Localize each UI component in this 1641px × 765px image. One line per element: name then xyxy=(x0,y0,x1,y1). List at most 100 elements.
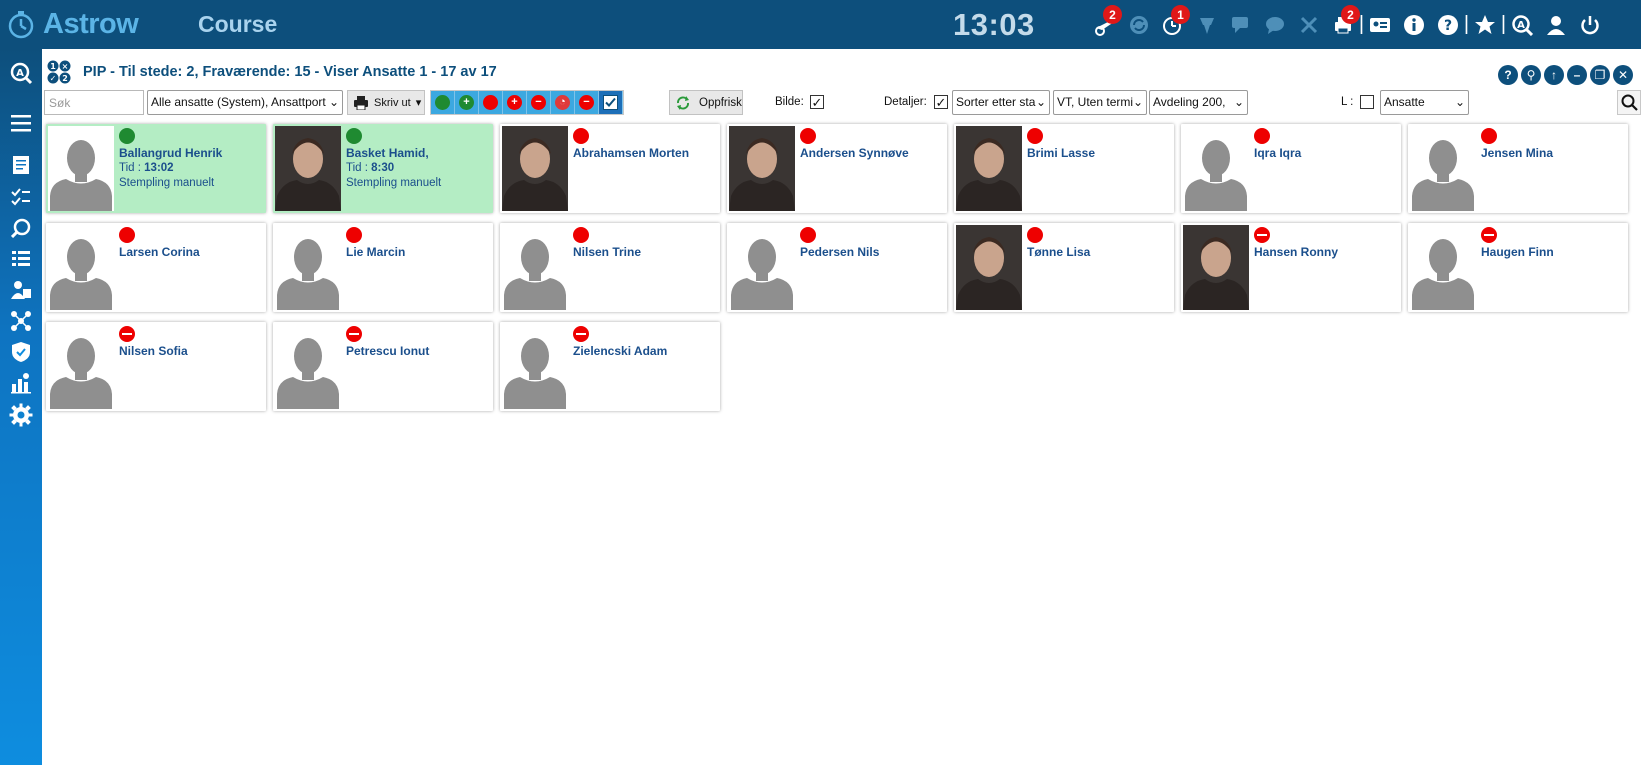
filter-absent-plus-button[interactable]: + xyxy=(503,91,527,114)
settings-gear-icon[interactable] xyxy=(0,401,42,429)
sync-icon[interactable] xyxy=(1122,0,1156,49)
employee-card[interactable]: Haugen Finn xyxy=(1408,223,1628,312)
employee-name[interactable]: Lie Marcin xyxy=(346,245,405,259)
employee-card[interactable]: Pedersen Nils xyxy=(727,223,947,312)
module-name: Course xyxy=(198,11,278,37)
department-select[interactable]: Avdeling 200, ⌄ xyxy=(1149,90,1248,115)
employee-card[interactable]: Petrescu Ionut xyxy=(273,322,493,411)
pip-icon: 1 × ✓ 2 xyxy=(47,60,71,84)
employee-name[interactable]: Brimi Lasse xyxy=(1027,146,1095,160)
top-bar: Astrow Course 13:03 2 1 2 | ? | | A xyxy=(0,0,1641,49)
list-icon[interactable] xyxy=(0,245,42,273)
details-checkbox[interactable]: ✓ xyxy=(934,95,948,109)
employee-type-select[interactable]: Ansatte ⌄ xyxy=(1380,90,1469,115)
clock-alert-icon[interactable]: 1 xyxy=(1156,0,1190,49)
employee-name[interactable]: Tønne Lisa xyxy=(1027,245,1090,259)
panel-close-icon[interactable]: ✕ xyxy=(1613,65,1633,85)
info-icon[interactable] xyxy=(1397,0,1431,49)
employee-name[interactable]: Andersen Synnøve xyxy=(800,146,909,160)
filter-other-button[interactable]: − xyxy=(575,91,599,114)
users-icon[interactable] xyxy=(0,276,42,304)
filter-leave-button[interactable]: − xyxy=(527,91,551,114)
filter-absent-button[interactable] xyxy=(479,91,503,114)
panel-up-icon[interactable]: ↑ xyxy=(1544,65,1564,85)
employee-name[interactable]: Pedersen Nils xyxy=(800,245,879,259)
chevron-down-icon: ⌄ xyxy=(1454,95,1465,109)
power-icon[interactable] xyxy=(1573,0,1607,49)
search-document-icon[interactable] xyxy=(0,214,42,242)
employee-name[interactable]: Jensen Mina xyxy=(1481,146,1553,160)
employee-card[interactable]: Abrahamsen Morten xyxy=(500,124,720,213)
svg-text:A: A xyxy=(16,68,24,79)
employee-note: Stempling manuelt xyxy=(119,177,215,189)
panel-restore-icon[interactable]: ❐ xyxy=(1590,65,1610,85)
employee-name[interactable]: Abrahamsen Morten xyxy=(573,146,689,160)
filter-select-all-button[interactable] xyxy=(599,91,623,114)
employee-card[interactable]: Zielencski Adam xyxy=(500,322,720,411)
star-icon[interactable] xyxy=(1468,0,1502,49)
employee-card[interactable]: Nilsen Trine xyxy=(500,223,720,312)
sort-select[interactable]: Sorter etter sta ⌄ xyxy=(952,90,1050,115)
checklist-icon[interactable] xyxy=(0,183,42,211)
leave-status-icon xyxy=(573,326,589,342)
picture-checkbox[interactable]: ✓ xyxy=(810,95,824,109)
employee-name[interactable]: Ballangrud Henrik xyxy=(119,146,222,160)
sidebar-search-icon[interactable]: A xyxy=(0,59,42,87)
employee-name[interactable]: Larsen Corina xyxy=(119,245,200,259)
print-button[interactable]: Skriv ut ▾ xyxy=(347,90,425,115)
avatar-placeholder-icon xyxy=(1410,126,1476,211)
employee-card[interactable]: Jensen Mina xyxy=(1408,124,1628,213)
refresh-button[interactable]: Oppfrisk xyxy=(669,90,743,115)
id-card-icon[interactable] xyxy=(1363,0,1397,49)
menu-icon[interactable] xyxy=(0,109,42,137)
statistics-icon[interactable] xyxy=(0,369,42,397)
panel-pin-icon[interactable]: ⚲ xyxy=(1521,65,1541,85)
employee-card[interactable]: Brimi Lasse xyxy=(954,124,1174,213)
present-status-icon xyxy=(119,128,135,144)
employee-card[interactable]: Lie Marcin xyxy=(273,223,493,312)
help-icon[interactable]: ? xyxy=(1431,0,1465,49)
tools-icon[interactable] xyxy=(1292,0,1326,49)
employee-name[interactable]: Nilsen Trine xyxy=(573,245,641,259)
employee-name[interactable]: Haugen Finn xyxy=(1481,245,1554,259)
employee-card[interactable]: Iqra Iqra xyxy=(1181,124,1401,213)
network-icon[interactable] xyxy=(0,307,42,335)
employee-card[interactable]: Ballangrud Henrik Tid : 13:02 Stempling ma… xyxy=(46,124,266,213)
leave-status-icon xyxy=(346,326,362,342)
employee-name[interactable]: Zielencski Adam xyxy=(573,344,667,358)
employee-name[interactable]: Petrescu Ionut xyxy=(346,344,429,358)
plane-warning-icon[interactable]: 2 xyxy=(1088,0,1122,49)
vt-select[interactable]: VT, Uten termi ⌄ xyxy=(1053,90,1147,115)
panel-minimize-icon[interactable]: – xyxy=(1567,65,1587,85)
employee-card[interactable]: Hansen Ronny xyxy=(1181,223,1401,312)
panel-help-icon[interactable]: ? xyxy=(1498,65,1518,85)
employee-card[interactable]: Basket Hamid, Tid : 8:30 Stempling manuelt xyxy=(273,124,493,213)
filter-present-plus-button[interactable]: + xyxy=(455,91,479,114)
filter-away-button[interactable]: ◔ xyxy=(551,91,575,114)
user-icon[interactable] xyxy=(1539,0,1573,49)
employee-name[interactable]: Basket Hamid, xyxy=(346,146,429,160)
brand[interactable]: Astrow xyxy=(0,8,190,41)
employee-photo xyxy=(729,126,795,211)
search-input[interactable] xyxy=(44,90,144,115)
award-icon[interactable] xyxy=(1190,0,1224,49)
employee-card[interactable]: Andersen Synnøve xyxy=(727,124,947,213)
employee-name[interactable]: Iqra Iqra xyxy=(1254,146,1301,160)
comment-icon[interactable] xyxy=(1258,0,1292,49)
report-icon[interactable] xyxy=(0,151,42,179)
l-checkbox[interactable] xyxy=(1360,95,1374,109)
shield-icon[interactable] xyxy=(0,338,42,366)
printer-icon[interactable]: 2 xyxy=(1326,0,1360,49)
chat-icon[interactable] xyxy=(1224,0,1258,49)
employee-card[interactable]: Nilsen Sofia xyxy=(46,322,266,411)
red-dot-icon xyxy=(483,95,498,110)
search-button[interactable] xyxy=(1617,90,1641,115)
absent-status-icon xyxy=(119,227,135,243)
employee-card[interactable]: Tønne Lisa xyxy=(954,223,1174,312)
employee-card[interactable]: Larsen Corina xyxy=(46,223,266,312)
astrow-search-icon[interactable]: A xyxy=(1505,0,1539,49)
employees-select[interactable]: Alle ansatte (System), Ansattport ⌄ xyxy=(147,90,343,115)
employee-name[interactable]: Nilsen Sofia xyxy=(119,344,188,358)
filter-present-button[interactable] xyxy=(431,91,455,114)
employee-name[interactable]: Hansen Ronny xyxy=(1254,245,1338,259)
